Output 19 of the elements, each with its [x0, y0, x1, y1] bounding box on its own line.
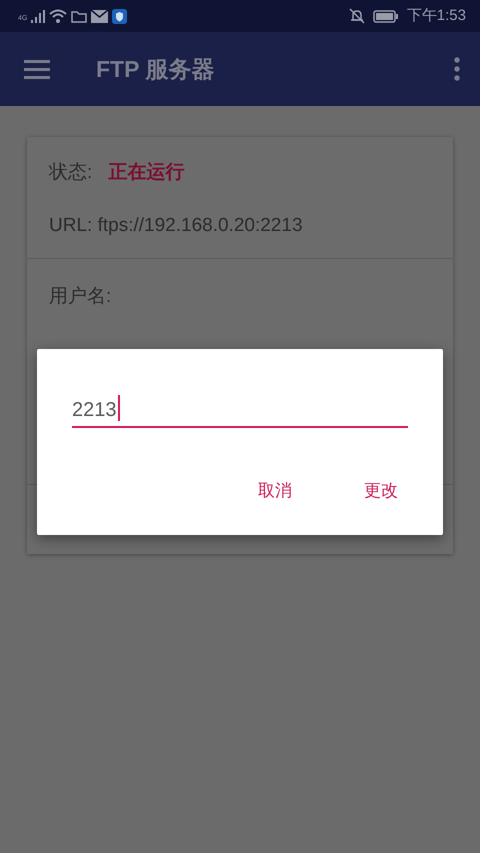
dialog-button[interactable]: 更改	[352, 472, 410, 510]
text-cursor	[118, 395, 120, 421]
dialog-button[interactable]: 取消	[246, 472, 304, 510]
folder-icon	[71, 10, 88, 22]
battery-icon	[372, 10, 399, 22]
menu-icon[interactable]	[24, 59, 50, 79]
mail-icon	[91, 10, 108, 22]
status-label: 状态:	[49, 161, 92, 185]
bell-off-icon	[348, 8, 365, 24]
shield-app-icon	[112, 8, 128, 24]
more-options-icon[interactable]	[454, 57, 460, 81]
username-label: 用户名:	[49, 285, 112, 309]
url-text: URL: ftps://192.168.0.20:2213	[49, 214, 304, 238]
app-title: FTP 服务器	[96, 54, 214, 84]
input-field[interactable]: 2213	[72, 395, 408, 428]
wifi-icon	[49, 9, 68, 23]
status-time: 下午1:53	[406, 6, 466, 26]
signal-icon	[31, 10, 46, 22]
status-value: 正在运行	[108, 161, 184, 185]
